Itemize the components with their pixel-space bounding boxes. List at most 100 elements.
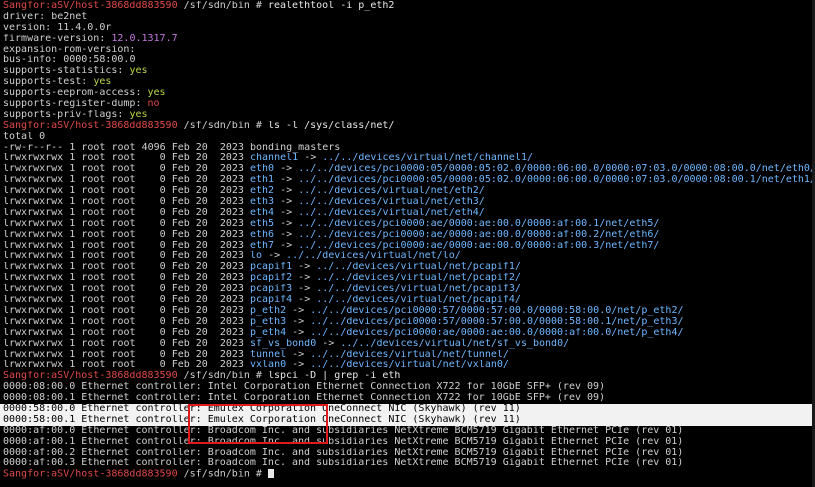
ls-row: lrwxrwxrwx 1 root root 0 Feb 20 2023 pca… bbox=[3, 284, 815, 295]
file-owner: root bbox=[81, 251, 106, 262]
link-arrow: -> bbox=[274, 229, 299, 240]
file-year: 2023 bbox=[219, 186, 244, 197]
link-target: ../../devices/virtual/net/tunnel/ bbox=[310, 349, 509, 360]
prompt-line: Sangfor:aSV/host-3868dd883590 /sf/sdn/bi… bbox=[3, 1, 815, 12]
ethtool-value: yes bbox=[147, 88, 166, 99]
link-arrow: -> bbox=[274, 186, 299, 197]
file-perm: lrwxrwxrwx bbox=[3, 175, 64, 186]
file-owner: root bbox=[81, 273, 106, 284]
ethtool-row: supports-priv-flags: yes bbox=[3, 110, 815, 121]
ls-row: lrwxrwxrwx 1 root root 0 Feb 20 2023 pca… bbox=[3, 262, 815, 273]
file-month: Feb bbox=[171, 360, 190, 371]
file-perm: lrwxrwxrwx bbox=[3, 186, 64, 197]
file-size: 0 bbox=[141, 262, 166, 273]
link-target: ../../devices/pci0000:ae/0000:ae:00.0/00… bbox=[298, 218, 660, 229]
prompt-host: Sangfor:aSV/host-3868dd883590 bbox=[3, 469, 178, 480]
file-name: vxlan0 bbox=[250, 360, 287, 371]
file-perm: lrwxrwxrwx bbox=[3, 295, 64, 306]
ethtool-row: driver: be2net bbox=[3, 12, 815, 23]
prompt-line: Sangfor:aSV/host-3868dd883590 /sf/sdn/bi… bbox=[3, 371, 815, 382]
file-size: 4096 bbox=[141, 142, 166, 153]
file-size: 0 bbox=[141, 197, 166, 208]
file-group: root bbox=[111, 229, 136, 240]
file-name: sf_vs_bond0 bbox=[250, 338, 317, 349]
file-month: Feb bbox=[171, 197, 190, 208]
file-year: 2023 bbox=[219, 240, 244, 251]
file-group: root bbox=[111, 142, 136, 153]
ls-row: lrwxrwxrwx 1 root root 0 Feb 20 2023 eth… bbox=[3, 208, 815, 219]
file-day: 20 bbox=[195, 175, 208, 186]
ls-row: lrwxrwxrwx 1 root root 0 Feb 20 2023 p_e… bbox=[3, 306, 815, 317]
file-name: eth5 bbox=[250, 218, 275, 229]
file-year: 2023 bbox=[219, 175, 244, 186]
file-day: 20 bbox=[195, 305, 208, 316]
file-group: root bbox=[111, 240, 136, 251]
prompt-line: Sangfor:aSV/host-3868dd883590 /sf/sdn/bi… bbox=[3, 121, 815, 132]
file-perm: lrwxrwxrwx bbox=[3, 218, 64, 229]
ethtool-value: 11.4.0.0r bbox=[57, 22, 112, 33]
file-group: root bbox=[111, 349, 136, 360]
file-perm: lrwxrwxrwx bbox=[3, 164, 64, 175]
ls-row: -rw-r--r-- 1 root root 4096 Feb 20 2023 … bbox=[3, 143, 815, 154]
ls-row: lrwxrwxrwx 1 root root 0 Feb 20 2023 pca… bbox=[3, 273, 815, 284]
file-year: 2023 bbox=[219, 229, 244, 240]
file-day: 20 bbox=[195, 262, 208, 273]
file-perm: lrwxrwxrwx bbox=[3, 207, 64, 218]
ls-row: lrwxrwxrwx 1 root root 0 Feb 20 2023 eth… bbox=[3, 241, 815, 252]
ls-row: lrwxrwxrwx 1 root root 0 Feb 20 2023 sf_… bbox=[3, 339, 815, 350]
file-perm: lrwxrwxrwx bbox=[3, 305, 64, 316]
file-owner: root bbox=[81, 262, 106, 273]
file-group: root bbox=[111, 305, 136, 316]
file-name: p_eth4 bbox=[250, 327, 287, 338]
file-year: 2023 bbox=[219, 273, 244, 284]
file-day: 20 bbox=[195, 273, 208, 284]
file-month: Feb bbox=[171, 207, 190, 218]
link-arrow: -> bbox=[292, 273, 317, 284]
file-perm: lrwxrwxrwx bbox=[3, 251, 64, 262]
file-name: eth6 bbox=[250, 229, 275, 240]
link-target: ../../devices/virtual/net/pcapif2/ bbox=[316, 273, 521, 284]
file-month: Feb bbox=[171, 327, 190, 338]
ls-row: lrwxrwxrwx 1 root root 0 Feb 20 2023 eth… bbox=[3, 197, 815, 208]
file-size: 0 bbox=[141, 338, 166, 349]
file-year: 2023 bbox=[219, 197, 244, 208]
file-perm: lrwxrwxrwx bbox=[3, 349, 64, 360]
lspci-row-highlighted: 0000:58:00.0 Ethernet controller: Emulex… bbox=[0, 403, 815, 415]
file-month: Feb bbox=[171, 273, 190, 284]
ls-row: lrwxrwxrwx 1 root root 0 Feb 20 2023 eth… bbox=[3, 219, 815, 230]
prompt-host: Sangfor:aSV/host-3868dd883590 bbox=[3, 1, 178, 11]
link-arrow: -> bbox=[316, 338, 341, 349]
link-arrow: -> bbox=[274, 207, 299, 218]
lspci-row: 0000:08:00.1 Ethernet controller: Intel … bbox=[3, 393, 815, 404]
file-day: 20 bbox=[195, 197, 208, 208]
file-size: 0 bbox=[141, 273, 166, 284]
file-month: Feb bbox=[171, 153, 190, 164]
lspci-row: 0000:af:00.1 Ethernet controller: Broadc… bbox=[3, 437, 815, 448]
file-month: Feb bbox=[171, 175, 190, 186]
file-name: lo bbox=[250, 251, 263, 262]
pci-description: Ethernet controller: Broadcom Inc. and s… bbox=[81, 447, 684, 458]
lspci-row: 0000:af:00.0 Ethernet controller: Broadc… bbox=[3, 426, 815, 437]
link-arrow: -> bbox=[286, 360, 311, 371]
link-target: ../../devices/virtual/net/vxlan0/ bbox=[310, 360, 509, 371]
file-owner: root bbox=[81, 186, 106, 197]
file-group: root bbox=[111, 295, 136, 306]
terminal-window[interactable]: Sangfor:aSV/host-3868dd883590 /sf/sdn/bi… bbox=[0, 0, 815, 487]
ethtool-value: yes bbox=[129, 66, 148, 77]
link-arrow: -> bbox=[286, 327, 311, 338]
file-owner: root bbox=[81, 207, 106, 218]
file-size: 0 bbox=[141, 164, 166, 175]
file-day: 20 bbox=[195, 327, 208, 338]
ls-row: lrwxrwxrwx 1 root root 0 Feb 20 2023 vxl… bbox=[3, 360, 815, 371]
ethtool-row: supports-eeprom-access: yes bbox=[3, 88, 815, 99]
ethtool-value: 12.0.1317.7 bbox=[111, 33, 178, 44]
pci-address: 0000:08:00.1 bbox=[3, 393, 76, 404]
